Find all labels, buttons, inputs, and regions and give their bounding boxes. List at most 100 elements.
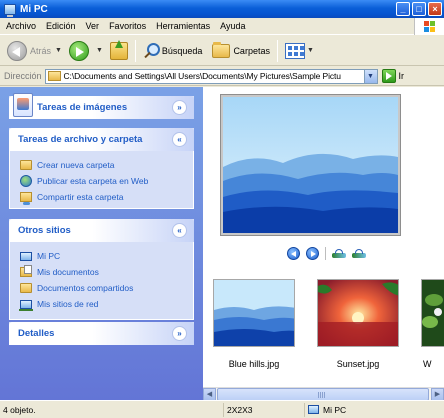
views-button[interactable]: ▼ xyxy=(282,39,321,63)
go-label: Ir xyxy=(398,71,405,81)
next-image-button[interactable] xyxy=(306,247,319,260)
filmstrip-view: Blue hills.jpg Sunset.jpg W ◀ ▶ xyxy=(203,87,444,400)
address-input[interactable]: C:\Documents and Settings\All Users\Docu… xyxy=(44,68,378,84)
thumbnail-label-water-lilies: W xyxy=(423,359,432,369)
menu-ayuda[interactable]: Ayuda xyxy=(214,21,249,31)
preview-controls xyxy=(287,247,366,260)
rotate-clockwise-icon[interactable] xyxy=(332,249,346,258)
image-tasks-header[interactable]: Tareas de imágenes » xyxy=(9,93,194,119)
task-pane: Tareas de imágenes » Tareas de archivo y… xyxy=(0,87,203,400)
close-button[interactable]: × xyxy=(428,2,442,16)
scroll-left-button[interactable]: ◀ xyxy=(203,388,216,400)
my-documents-link[interactable]: Mis documentos xyxy=(20,264,193,280)
details-panel: Detalles » xyxy=(9,322,194,345)
address-bar: Dirección C:\Documents and Settings\All … xyxy=(0,67,444,86)
menu-edicion[interactable]: Edición xyxy=(40,21,80,31)
other-places-title: Otros sitios xyxy=(18,225,71,236)
thumbnail-blue-hills[interactable] xyxy=(213,279,295,347)
search-button[interactable]: Búsqueda xyxy=(140,39,206,63)
back-arrow-icon xyxy=(7,40,27,61)
details-header[interactable]: Detalles » xyxy=(9,322,194,345)
image-tasks-icon xyxy=(13,93,33,117)
status-bar: 4 objeto. 2X2X3 Mi PC xyxy=(0,400,444,418)
toolbar-separator xyxy=(134,39,136,62)
views-icon xyxy=(284,42,305,59)
publish-web-link[interactable]: Publicar esta carpeta en Web xyxy=(20,173,193,189)
up-folder-button[interactable] xyxy=(107,39,131,63)
menu-archivo[interactable]: Archivo xyxy=(0,21,40,31)
folders-icon xyxy=(212,41,231,58)
blue-hills-thumbnail-image xyxy=(214,280,294,346)
rotate-counterclockwise-icon[interactable] xyxy=(352,249,366,258)
blue-hills-preview-image xyxy=(223,97,398,233)
scroll-right-button[interactable]: ▶ xyxy=(431,388,444,400)
image-tasks-title: Tareas de imágenes xyxy=(37,102,128,113)
sunset-thumbnail-image xyxy=(318,280,398,346)
folders-button[interactable]: Carpetas xyxy=(209,39,273,63)
new-folder-icon xyxy=(20,160,32,170)
status-object-count: 4 objeto. xyxy=(0,402,224,417)
status-dimensions: 2X2X3 xyxy=(224,402,305,417)
create-folder-link[interactable]: Crear nueva carpeta xyxy=(20,157,193,173)
menu-ver[interactable]: Ver xyxy=(80,21,104,31)
views-dropdown-icon: ▼ xyxy=(306,47,314,54)
my-pc-label: Mi PC xyxy=(37,251,61,261)
network-icon xyxy=(19,299,33,311)
menu-bar: Archivo Edición Ver Favoritos Herramient… xyxy=(0,18,444,35)
forward-history-dropdown[interactable]: ▼ xyxy=(96,47,103,54)
my-pc-link[interactable]: Mi PC xyxy=(20,248,193,264)
maximize-button[interactable]: □ xyxy=(412,2,426,16)
menu-favoritos[interactable]: Favoritos xyxy=(103,21,150,31)
my-documents-label: Mis documentos xyxy=(37,267,99,277)
collapse-chevron-icon[interactable]: « xyxy=(172,132,187,147)
search-icon xyxy=(143,42,160,59)
water-lilies-thumbnail-image xyxy=(422,280,444,346)
thumbnail-label-sunset: Sunset.jpg xyxy=(336,359,380,369)
create-folder-label: Crear nueva carpeta xyxy=(37,160,115,170)
address-dropdown-button[interactable]: ▼ xyxy=(363,69,377,83)
thumbnail-sunset[interactable] xyxy=(317,279,399,347)
folder-up-icon xyxy=(109,39,128,60)
thumbnail-label-blue-hills: Blue hills.jpg xyxy=(228,359,280,369)
horizontal-scrollbar[interactable]: ◀ ▶ xyxy=(203,387,444,400)
expand-chevron-icon[interactable]: » xyxy=(172,326,187,341)
network-places-link[interactable]: Mis sitios de red xyxy=(19,296,193,312)
share-folder-link[interactable]: Compartir esta carpeta xyxy=(20,189,193,205)
shared-folder-icon xyxy=(20,192,32,205)
back-history-dropdown[interactable]: ▼ xyxy=(55,47,62,54)
image-preview xyxy=(220,94,401,236)
publish-web-label: Publicar esta carpeta en Web xyxy=(37,176,149,186)
forward-button[interactable] xyxy=(66,39,95,63)
folder-icon xyxy=(47,71,61,81)
go-arrow-icon xyxy=(381,69,396,83)
address-path: C:\Documents and Settings\All Users\Docu… xyxy=(63,71,341,81)
expand-chevron-icon[interactable]: » xyxy=(172,100,187,115)
shared-documents-link[interactable]: Documentos compartidos xyxy=(20,280,193,296)
back-button[interactable]: Atrás xyxy=(4,39,54,63)
scrollbar-thumb[interactable] xyxy=(217,388,429,400)
other-places-header[interactable]: Otros sitios « xyxy=(9,219,194,242)
menu-herramientas[interactable]: Herramientas xyxy=(150,21,214,31)
status-location: Mi PC xyxy=(305,403,444,417)
controls-separator xyxy=(325,247,326,260)
other-places-panel: Otros sitios « Mi PC Mis documentos Docu… xyxy=(9,219,194,320)
address-label: Dirección xyxy=(4,71,42,81)
share-folder-label: Compartir esta carpeta xyxy=(37,192,124,202)
image-tasks-panel: Tareas de imágenes » xyxy=(9,93,194,119)
my-computer-icon xyxy=(4,3,16,17)
go-button[interactable]: Ir xyxy=(381,69,405,83)
minimize-button[interactable]: _ xyxy=(396,2,410,16)
computer-icon xyxy=(20,251,32,261)
windows-logo-icon xyxy=(414,18,444,35)
forward-arrow-icon xyxy=(68,40,89,61)
documents-folder-icon xyxy=(20,265,32,277)
computer-icon xyxy=(308,405,319,414)
title-bar[interactable]: Mi PC _ □ × xyxy=(0,0,444,18)
thumbnail-water-lilies[interactable] xyxy=(421,279,444,347)
search-label: Búsqueda xyxy=(161,45,203,56)
shared-documents-folder-icon xyxy=(20,283,32,293)
previous-image-button[interactable] xyxy=(287,247,300,260)
back-label: Atrás xyxy=(30,45,52,56)
collapse-chevron-icon[interactable]: « xyxy=(172,223,187,238)
file-tasks-header[interactable]: Tareas de archivo y carpeta « xyxy=(9,128,194,151)
